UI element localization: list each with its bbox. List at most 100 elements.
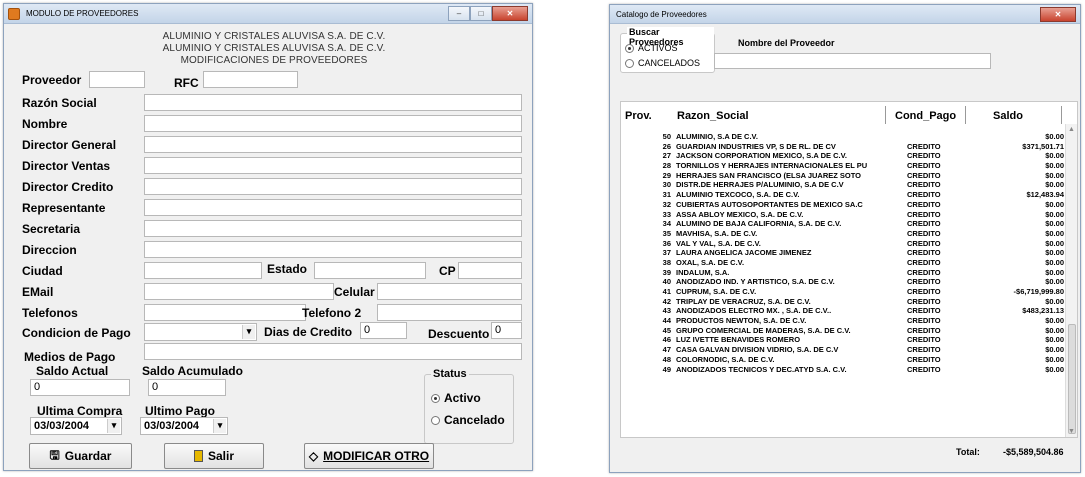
salir-label: Salir: [207, 449, 234, 463]
modificar-otro-button[interactable]: ◇ MODIFICAR OTRO: [304, 443, 434, 469]
cp-label: CP: [439, 264, 456, 278]
table-row[interactable]: 47 CASA GALVAN DIVISION VIDRIO, S.A. DE C…: [621, 345, 1066, 355]
direccion-input[interactable]: [144, 241, 522, 258]
table-row[interactable]: 41 CUPRUM, S.A. DE C.V. CREDITO -$6,719,999…: [621, 287, 1066, 297]
row-saldo: $0.00: [1045, 209, 1064, 219]
table-row[interactable]: 49 ANODIZADOS TECNICOS Y DEC.ATYD S.A. C.…: [621, 365, 1066, 375]
close-button[interactable]: ✕: [1040, 7, 1076, 22]
row-razon-social: ANODIZADOS TECNICOS Y DEC.ATYD S.A. C.V.: [676, 364, 847, 374]
cancelados-label: CANCELADOS: [638, 58, 701, 68]
row-saldo: $0.00: [1045, 267, 1064, 277]
title-bar: MODULO DE PROVEEDORES – □ ✕: [4, 4, 532, 24]
ultima-compra-datepicker[interactable]: 03/03/2004 ▾: [30, 417, 122, 435]
cancelados-radio[interactable]: CANCELADOS: [625, 58, 700, 68]
status-cancelado-radio[interactable]: Cancelado: [431, 413, 505, 427]
table-row[interactable]: 43 ANODIZADOS ELECTRO MX. , S.A. DE C.V..…: [621, 306, 1066, 316]
ciudad-input[interactable]: [144, 262, 262, 279]
row-cond-pago: CREDITO: [907, 354, 941, 364]
column-header-saldo[interactable]: Saldo: [993, 110, 1023, 122]
table-row[interactable]: 42 TRIPLAY DE VERACRUZ, S.A. DE C.V. CREDI…: [621, 297, 1066, 307]
representante-input[interactable]: [144, 199, 522, 216]
cp-input[interactable]: [458, 262, 522, 279]
status-cancelado-label: Cancelado: [444, 413, 505, 427]
row-saldo: $0.00: [1045, 238, 1064, 248]
chevron-down-icon[interactable]: ▾: [242, 325, 255, 339]
maximize-button[interactable]: □: [470, 6, 492, 21]
scrollbar-thumb[interactable]: [1068, 324, 1076, 434]
table-row[interactable]: 34 ALUMINO DE BAJA CALIFORNIA, S.A. DE C.…: [621, 219, 1066, 229]
estado-input[interactable]: [314, 262, 426, 279]
row-saldo: $0.00: [1045, 345, 1064, 355]
condicion-pago-select[interactable]: ▾: [144, 323, 257, 341]
saldo-acumulado-input[interactable]: 0: [148, 379, 226, 396]
scroll-down-icon[interactable]: ▼: [1068, 428, 1075, 435]
table-row[interactable]: 32 CUBIERTAS AUTOSOPORTANTES DE MEXICO SA…: [621, 200, 1066, 210]
director-ventas-input[interactable]: [144, 157, 522, 174]
row-prov: 33: [662, 209, 671, 219]
column-header-razon-social[interactable]: Razon_Social: [677, 110, 749, 122]
chevron-down-icon[interactable]: ▾: [213, 419, 226, 433]
telefono2-input[interactable]: [377, 304, 522, 321]
table-row[interactable]: 50 ALUMINIO, S.A DE C.V. $0.00: [621, 132, 1066, 142]
column-header-cond-pago[interactable]: Cond_Pago: [895, 110, 956, 122]
table-row[interactable]: 26 GUARDIAN INDUSTRIES VP, S DE RL. DE CV…: [621, 142, 1066, 152]
title-bar: Catalogo de Proveedores ✕: [610, 5, 1080, 24]
table-row[interactable]: 35 MAVHISA, S.A. DE C.V. CREDITO $0.00: [621, 229, 1066, 239]
saldo-actual-input[interactable]: 0: [30, 379, 130, 396]
radio-selected-icon: [431, 393, 440, 403]
activos-radio[interactable]: ACTIVOS: [625, 43, 678, 53]
guardar-button[interactable]: 🖫 Guardar: [29, 443, 132, 469]
rfc-input[interactable]: [203, 71, 298, 88]
activos-label: ACTIVOS: [638, 43, 678, 53]
director-general-input[interactable]: [144, 136, 522, 153]
director-credito-input[interactable]: [144, 178, 522, 195]
minimize-button[interactable]: –: [448, 6, 470, 21]
chevron-down-icon[interactable]: ▾: [107, 419, 120, 433]
table-row[interactable]: 38 OXAL, S.A. DE C.V. CREDITO $0.00: [621, 258, 1066, 268]
table-row[interactable]: 30 DISTR.DE HERRAJES P/ALUMINIO, S.A DE C…: [621, 180, 1066, 190]
dias-credito-input[interactable]: 0: [360, 322, 407, 339]
table-row[interactable]: 29 HERRAJES SAN FRANCISCO (ELSA JUAREZ SO…: [621, 171, 1066, 181]
table-row[interactable]: 45 GRUPO COMERCIAL DE MADERAS, S.A. DE C.…: [621, 326, 1066, 336]
table-row[interactable]: 31 ALUMINIO TEXCOCO, S.A. DE C.V. CREDITO $…: [621, 190, 1066, 200]
secretaria-label: Secretaria: [22, 222, 81, 236]
modificar-label: MODIFICAR OTRO: [323, 449, 430, 463]
table-row[interactable]: 40 ANODIZADO IND. Y ARTISTICO, S.A. DE C.…: [621, 277, 1066, 287]
table-row[interactable]: 33 ASSA ABLOY MEXICO, S.A. DE C.V. CREDITO…: [621, 210, 1066, 220]
table-row[interactable]: 37 LAURA ANGELICA JACOME JIMENEZ CREDITO $0…: [621, 248, 1066, 258]
table-row[interactable]: 27 JACKSON CORPORATION MEXICO, S.A DE C.V…: [621, 151, 1066, 161]
row-razon-social: COLORNODIC, S.A. DE C.V.: [676, 354, 775, 364]
razon-social-input[interactable]: [144, 94, 522, 111]
table-row[interactable]: 46 LUZ IVETTE BENAVIDES ROMERO CREDITO $0.0…: [621, 335, 1066, 345]
column-header-prov[interactable]: Prov.: [625, 110, 652, 122]
nombre-proveedor-input[interactable]: [714, 53, 991, 69]
ultimo-pago-datepicker[interactable]: 03/03/2004 ▾: [140, 417, 228, 435]
descuento-input[interactable]: 0: [491, 322, 522, 339]
salir-button[interactable]: Salir: [164, 443, 264, 469]
row-prov: 46: [662, 335, 671, 345]
window-title: MODULO DE PROVEEDORES: [26, 9, 139, 18]
row-prov: 43: [662, 306, 671, 316]
row-razon-social: JACKSON CORPORATION MEXICO, S.A DE C.V.: [676, 151, 847, 161]
nombre-input[interactable]: [144, 115, 522, 132]
table-row[interactable]: 36 VAL Y VAL, S.A. DE C.V. CREDITO $0.00: [621, 239, 1066, 249]
medios-pago-input[interactable]: [144, 343, 522, 360]
row-cond-pago: CREDITO: [907, 267, 941, 277]
close-button[interactable]: ✕: [492, 6, 528, 21]
table-row[interactable]: 48 COLORNODIC, S.A. DE C.V. CREDITO $0.00: [621, 355, 1066, 365]
table-row[interactable]: 39 INDALUM, S.A. CREDITO $0.00: [621, 268, 1066, 278]
status-activo-radio[interactable]: Activo: [431, 391, 481, 405]
row-cond-pago: CREDITO: [907, 180, 941, 190]
vertical-scrollbar[interactable]: ▲ ▼: [1065, 124, 1077, 437]
email-input[interactable]: [144, 283, 334, 300]
scroll-up-icon[interactable]: ▲: [1068, 126, 1075, 133]
proveedor-input[interactable]: [89, 71, 145, 88]
secretaria-input[interactable]: [144, 220, 522, 237]
row-razon-social: ALUMINO DE BAJA CALIFORNIA, S.A. DE C.V.: [676, 219, 842, 229]
row-cond-pago: CREDITO: [907, 325, 941, 335]
celular-input[interactable]: [377, 283, 522, 300]
table-row[interactable]: 28 TORNILLOS Y HERRAJES INTERNACIONALES E…: [621, 161, 1066, 171]
row-saldo: $371,501.71: [1022, 141, 1064, 151]
telefonos-input[interactable]: [144, 304, 306, 321]
table-row[interactable]: 44 PRODUCTOS NEWTON, S.A. DE C.V. CREDITO $…: [621, 316, 1066, 326]
